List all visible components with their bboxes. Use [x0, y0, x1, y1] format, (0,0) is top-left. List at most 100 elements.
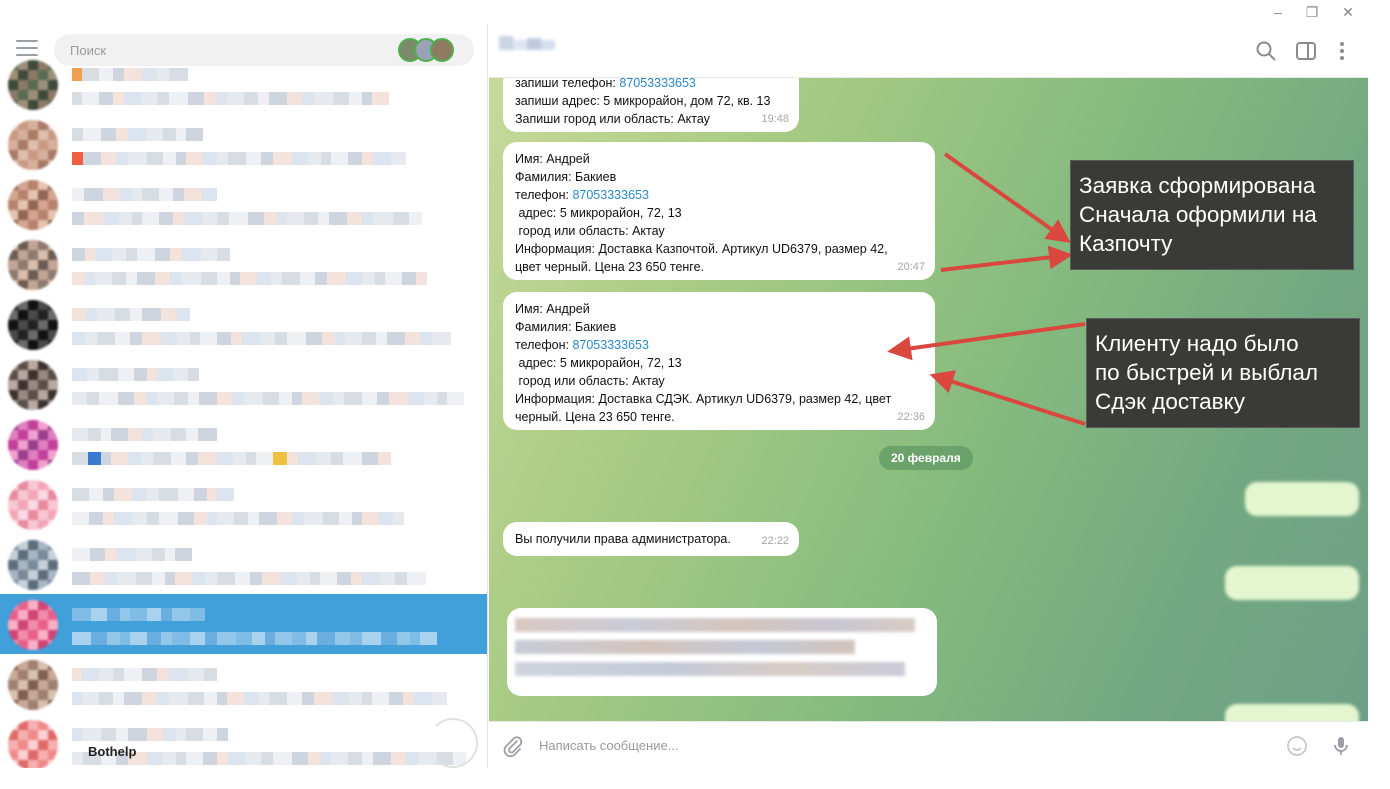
avatar [8, 420, 58, 470]
chat-name-blurred [72, 428, 217, 441]
message-line: Фамилия: Бакиев [515, 170, 617, 184]
chat-list-item[interactable] [0, 474, 487, 534]
restore-icon[interactable]: ❐ [1298, 0, 1326, 24]
minimize-icon[interactable]: – [1264, 0, 1292, 24]
chat-list-item[interactable] [0, 414, 487, 474]
chat-list-item[interactable] [0, 174, 487, 234]
chat-panel: запиши телефон: 87053333653 запиши адрес… [489, 24, 1368, 768]
chat-list-item[interactable] [0, 234, 487, 294]
phone-link[interactable]: 87053333653 [572, 338, 648, 352]
chat-name-blurred [72, 668, 217, 681]
phone-link[interactable]: 87053333653 [619, 78, 695, 90]
annotation-callout-cdek: Клиенту надо было по быстрей и выблал Сд… [1086, 318, 1360, 428]
arrow [929, 370, 1086, 426]
message-bubble[interactable]: Имя: Андрей Фамилия: Бакиев телефон: 870… [503, 292, 935, 430]
telegram-window: – ❐ ✕ Bothelp [0, 0, 1368, 768]
message-line: Имя: Андрей [515, 302, 590, 316]
chat-name-bothelp[interactable]: Bothelp [88, 744, 136, 759]
callout-line: Сдэк доставку [1095, 389, 1245, 414]
message-line: адрес: 5 микрорайон, 72, 13 [515, 206, 682, 220]
message-line: Информация: Доставка Казпочтой. Артикул … [515, 242, 888, 256]
blurred-content [515, 616, 925, 686]
outgoing-message-blurred[interactable] [1225, 704, 1359, 721]
avatar [8, 360, 58, 410]
message-time: 22:36 [897, 411, 925, 423]
chat-name-blurred [72, 608, 205, 621]
message-line: город или область: Актау [515, 374, 665, 388]
message-line: запиши адрес: 5 микрорайон, дом 72, кв. … [515, 94, 771, 108]
callout-line: Заявка сформирована [1079, 173, 1316, 198]
chat-preview-blurred [72, 332, 451, 345]
chat-name-blurred [72, 548, 192, 561]
chat-list-item[interactable] [0, 714, 487, 768]
avatar [8, 540, 58, 590]
avatar [8, 300, 58, 350]
avatar [8, 60, 58, 110]
message-input[interactable] [539, 734, 1239, 756]
close-icon[interactable]: ✕ [1334, 0, 1362, 24]
message-line: Запиши город или область: Актау [515, 112, 710, 126]
chat-preview-blurred [72, 392, 464, 405]
chat-preview-blurred [72, 92, 389, 105]
avatar [8, 120, 58, 170]
message-line: запиши телефон: 87053333653 [515, 78, 696, 90]
message-line: Информация: Доставка СДЭК. Артикул UD637… [515, 392, 892, 406]
message-line: телефон: 87053333653 [515, 338, 649, 352]
chat-list-item[interactable] [0, 54, 487, 114]
chat-name-blurred [72, 188, 217, 201]
chat-preview-blurred [72, 152, 406, 165]
chat-list-sidebar: Bothelp [0, 24, 488, 768]
emoji-icon[interactable] [1285, 734, 1309, 758]
chat-name-blurred [72, 488, 234, 501]
avatar [8, 480, 58, 530]
chat-list-item[interactable] [0, 594, 487, 654]
service-message-admin[interactable]: Вы получили права администратора. 22:22 [503, 522, 799, 556]
chat-preview-blurred [72, 572, 426, 585]
message-line: Фамилия: Бакиев [515, 320, 617, 334]
search-icon[interactable] [1255, 40, 1277, 62]
avatar [8, 240, 58, 290]
chat-preview-blurred [72, 212, 422, 225]
chat-list-item[interactable] [0, 534, 487, 594]
more-vertical-icon[interactable] [1331, 40, 1353, 62]
chat-preview-blurred [72, 272, 427, 285]
callout-line: по быстрей и выблал [1095, 360, 1319, 385]
message-line: черный. Цена 23 650 тенге. [515, 410, 675, 424]
chat-list-item[interactable] [0, 294, 487, 354]
chat-preview-blurred [72, 512, 404, 525]
message-bubble[interactable]: Имя: Андрей Фамилия: Бакиев телефон: 870… [503, 142, 935, 280]
chat-list-item[interactable] [0, 354, 487, 414]
chat-list-item[interactable] [0, 114, 487, 174]
message-time: 20:47 [897, 261, 925, 273]
chat-name-blurred [72, 308, 190, 321]
annotation-callout-kazpost: Заявка сформирована Сначала оформили на … [1070, 160, 1354, 270]
message-line: телефон: 87053333653 [515, 188, 649, 202]
message-line: Имя: Андрей [515, 152, 590, 166]
chat-title-blurred[interactable] [499, 36, 559, 54]
phone-link[interactable]: 87053333653 [572, 188, 648, 202]
outgoing-message-blurred[interactable] [1225, 566, 1359, 600]
message-time: 19:48 [761, 113, 789, 125]
callout-line: Клиенту надо было [1095, 331, 1299, 356]
message-line: Вы получили права администратора. [515, 532, 731, 546]
message-bubble-blurred[interactable] [507, 608, 937, 696]
chat-preview-blurred [72, 632, 437, 645]
chat-list-item[interactable] [0, 654, 487, 714]
chat-name-blurred [72, 248, 230, 261]
chat-preview-blurred [72, 452, 391, 465]
avatar [8, 660, 58, 710]
message-line: адрес: 5 микрорайон, 72, 13 [515, 356, 682, 370]
message-bubble[interactable]: запиши телефон: 87053333653 запиши адрес… [503, 78, 799, 132]
callout-line: Сначала оформили на [1079, 202, 1317, 227]
microphone-icon[interactable] [1329, 734, 1353, 758]
message-line: цвет черный. Цена 23 650 тенге. [515, 260, 705, 274]
sidebar-panel-icon[interactable] [1295, 40, 1317, 62]
arrow [940, 245, 1073, 272]
callout-line: Казпочту [1079, 231, 1173, 256]
chat-name-blurred [72, 368, 199, 381]
paperclip-icon[interactable] [501, 734, 525, 758]
avatar [8, 180, 58, 230]
message-area[interactable]: запиши телефон: 87053333653 запиши адрес… [489, 78, 1368, 721]
date-divider: 20 февраля [879, 446, 973, 470]
outgoing-message-blurred[interactable] [1245, 482, 1359, 516]
